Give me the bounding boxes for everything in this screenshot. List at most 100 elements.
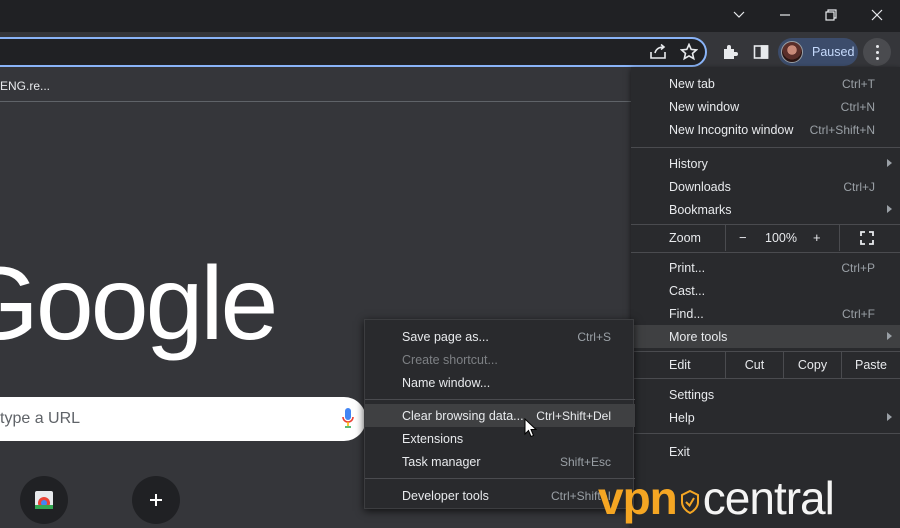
menu-item-more-tools[interactable]: More tools xyxy=(631,325,900,348)
bookmark-star-icon[interactable] xyxy=(675,38,703,66)
menu-item-new-window[interactable]: New window Ctrl+N xyxy=(631,95,900,118)
menu-item-shortcut: Ctrl+J xyxy=(843,180,875,194)
submenu-item-label: Task manager xyxy=(402,455,481,469)
submenu-arrow-icon xyxy=(887,332,892,340)
submenu-item-shortcut: Shift+Esc xyxy=(559,455,611,469)
profile-button[interactable]: Paused xyxy=(778,38,858,66)
menu-separator xyxy=(631,252,900,253)
submenu-item-name-window[interactable]: Name window... xyxy=(365,371,635,394)
fullscreen-icon[interactable] xyxy=(860,231,874,248)
menu-item-label: Print... xyxy=(669,261,706,275)
bookmark-item[interactable]: ENG.re... xyxy=(0,79,50,93)
submenu-item-shortcut: Ctrl+Shift+Del xyxy=(536,409,611,423)
menu-item-shortcut: Ctrl+N xyxy=(840,100,875,114)
shield-icon xyxy=(680,471,699,525)
menu-item-find[interactable]: Find... Ctrl+F xyxy=(631,302,900,325)
submenu-item-shortcut: Ctrl+S xyxy=(577,330,611,344)
menu-item-label: New Incognito window xyxy=(669,123,794,137)
ntp-search-box[interactable]: type a URL xyxy=(0,397,366,441)
menu-zoom-row: Zoom − 100% + xyxy=(631,225,900,251)
more-tools-submenu: Save page as... Ctrl+S Create shortcut..… xyxy=(364,319,635,509)
watermark-central-text: central xyxy=(702,472,835,524)
menu-item-label: History xyxy=(669,157,708,171)
submenu-item-label: Name window... xyxy=(402,376,491,390)
menu-item-label: Exit xyxy=(669,445,690,459)
menu-item-new-incognito-window[interactable]: New Incognito window Ctrl+Shift+N xyxy=(631,118,900,141)
tab-search-icon[interactable] xyxy=(716,0,762,30)
submenu-item-label: Clear browsing data... xyxy=(402,409,524,423)
submenu-item-task-manager[interactable]: Task manager Shift+Esc xyxy=(365,450,635,473)
menu-item-history[interactable]: History xyxy=(631,152,900,175)
close-icon[interactable] xyxy=(854,0,900,30)
menu-item-exit[interactable]: Exit xyxy=(631,440,900,463)
menu-separator xyxy=(631,378,900,379)
zoom-divider xyxy=(725,225,726,251)
menu-item-shortcut: Ctrl+Shift+N xyxy=(809,123,875,137)
chrome-menu-button[interactable] xyxy=(863,38,891,66)
paste-button[interactable]: Paste xyxy=(841,352,900,378)
menu-item-downloads[interactable]: Downloads Ctrl+J xyxy=(631,175,900,198)
microphone-icon[interactable] xyxy=(342,408,354,433)
cut-button[interactable]: Cut xyxy=(725,352,783,378)
menu-item-label: New window xyxy=(669,100,740,114)
vpncentral-watermark: vpn central xyxy=(598,471,835,525)
address-bar[interactable] xyxy=(0,37,707,67)
ntp-shortcut-tile[interactable] xyxy=(20,476,68,524)
google-logo: Google xyxy=(0,246,278,362)
menu-item-label: New tab xyxy=(669,77,715,91)
shortcut-favicon-icon xyxy=(35,491,53,509)
menu-item-label: Settings xyxy=(669,388,715,402)
menu-item-settings[interactable]: Settings xyxy=(631,383,900,406)
menu-item-label: Help xyxy=(669,411,695,425)
menu-item-label: Cast... xyxy=(669,284,706,298)
submenu-item-create-shortcut: Create shortcut... xyxy=(365,348,635,371)
menu-item-label: More tools xyxy=(669,330,728,344)
submenu-item-label: Developer tools xyxy=(402,489,489,503)
submenu-item-label: Extensions xyxy=(402,432,464,446)
copy-button[interactable]: Copy xyxy=(783,352,841,378)
menu-item-bookmarks[interactable]: Bookmarks xyxy=(631,198,900,221)
restore-icon[interactable] xyxy=(808,0,854,30)
submenu-separator xyxy=(365,399,635,400)
chrome-menu: New tab Ctrl+T New window Ctrl+N New Inc… xyxy=(631,67,900,528)
menu-item-new-tab[interactable]: New tab Ctrl+T xyxy=(631,72,900,95)
zoom-out-button[interactable]: − xyxy=(739,230,747,245)
zoom-divider xyxy=(839,225,840,251)
menu-item-shortcut: Ctrl+T xyxy=(842,77,875,91)
minimize-icon[interactable] xyxy=(762,0,808,30)
menu-separator xyxy=(631,147,900,148)
submenu-arrow-icon xyxy=(887,159,892,167)
title-bar xyxy=(0,0,900,32)
zoom-in-button[interactable]: + xyxy=(813,230,821,245)
menu-item-shortcut: Ctrl+F xyxy=(842,307,875,321)
submenu-item-extensions[interactable]: Extensions xyxy=(365,427,635,450)
submenu-item-label: Save page as... xyxy=(402,330,489,344)
watermark-vpn-text: vpn xyxy=(598,472,678,524)
menu-edit-row: Edit Cut Copy Paste xyxy=(631,352,900,378)
menu-item-label: Find... xyxy=(669,307,704,321)
side-panel-icon[interactable] xyxy=(747,38,775,66)
submenu-item-clear-browsing-data[interactable]: Clear browsing data... Ctrl+Shift+Del xyxy=(365,404,635,427)
submenu-item-label: Create shortcut... xyxy=(402,353,498,367)
submenu-separator xyxy=(365,478,635,479)
zoom-label: Zoom xyxy=(669,231,701,245)
edit-label: Edit xyxy=(669,358,691,372)
profile-status-label: Paused xyxy=(812,45,855,59)
mouse-cursor-icon xyxy=(524,417,538,443)
submenu-arrow-icon xyxy=(887,205,892,213)
menu-item-label: Bookmarks xyxy=(669,203,732,217)
menu-item-shortcut: Ctrl+P xyxy=(841,261,875,275)
menu-item-label: Downloads xyxy=(669,180,731,194)
menu-item-print[interactable]: Print... Ctrl+P xyxy=(631,256,900,279)
submenu-item-save-page[interactable]: Save page as... Ctrl+S xyxy=(365,325,635,348)
share-icon[interactable] xyxy=(644,38,672,66)
submenu-item-developer-tools[interactable]: Developer tools Ctrl+Shift+I xyxy=(365,484,635,507)
menu-item-help[interactable]: Help xyxy=(631,406,900,429)
add-shortcut-button[interactable] xyxy=(132,476,180,524)
extensions-puzzle-icon[interactable] xyxy=(716,38,744,66)
menu-separator xyxy=(631,433,900,434)
menu-item-cast[interactable]: Cast... xyxy=(631,279,900,302)
submenu-arrow-icon xyxy=(887,413,892,421)
search-placeholder: type a URL xyxy=(0,410,81,427)
zoom-level: 100% xyxy=(765,231,797,245)
